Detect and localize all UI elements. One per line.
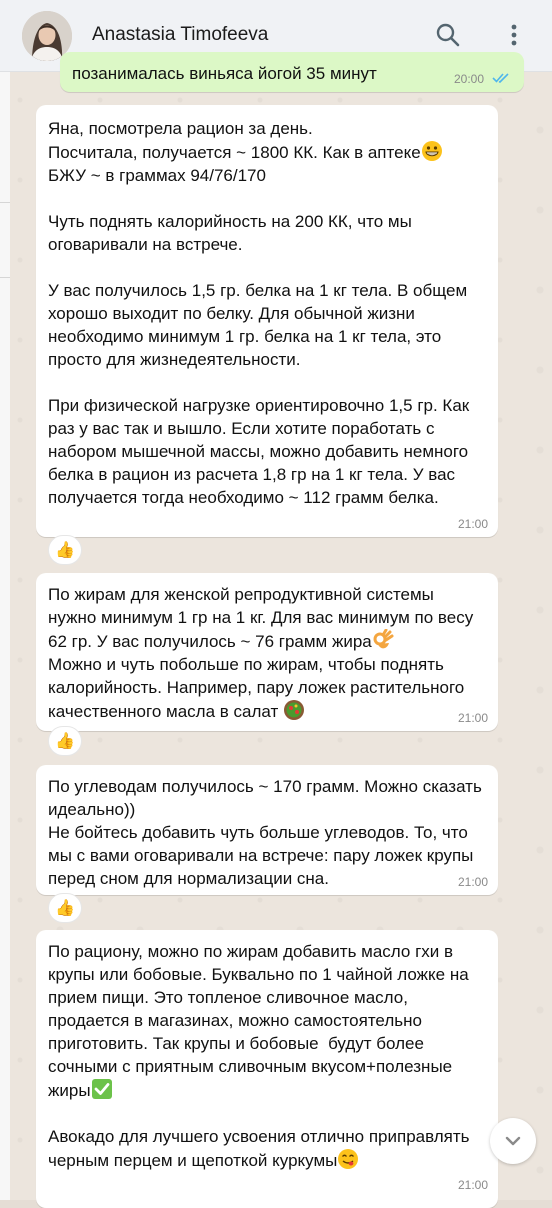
message-bubble-incoming[interactable]: По углеводам получилось ~ 170 грамм. Мож… xyxy=(36,765,498,895)
message-text: По жирам для женской репродуктивной сист… xyxy=(48,585,478,721)
grinning-face-emoji xyxy=(421,140,443,162)
side-panel-edge xyxy=(0,72,10,1200)
reaction-badge[interactable]: 👍 xyxy=(48,726,82,756)
thumbs-up-icon: 👍 xyxy=(55,900,75,917)
message-time: 21:00 xyxy=(457,517,488,531)
message-time: 21:00 xyxy=(457,711,488,725)
message-bubble-incoming[interactable]: Яна, посмотрела рацион за день. Посчитал… xyxy=(36,105,498,537)
message-text: По рациону, можно по жирам добавить масл… xyxy=(48,942,474,1170)
message-bubble-incoming[interactable]: По жирам для женской репродуктивной сист… xyxy=(36,573,498,731)
scroll-to-bottom-button[interactable] xyxy=(490,1118,536,1164)
search-button[interactable] xyxy=(432,19,464,51)
message-bubble-outgoing[interactable]: позанималась виньяса йогой 35 минут 20:0… xyxy=(60,52,524,92)
message-time: 20:00 xyxy=(453,72,484,86)
message-text: По углеводам получилось ~ 170 грамм. Мож… xyxy=(48,777,482,888)
message-time: 21:00 xyxy=(457,875,488,889)
message-bubble-incoming[interactable]: По рациону, можно по жирам добавить масл… xyxy=(36,930,498,1208)
thumbs-up-icon: 👍 xyxy=(55,733,75,750)
reaction-badge[interactable]: 👍 xyxy=(48,535,82,565)
check-mark-emoji xyxy=(91,1078,113,1100)
message-time: 21:00 xyxy=(457,1178,488,1192)
more-vertical-icon xyxy=(511,24,517,46)
salad-emoji xyxy=(283,699,305,721)
message-text: Яна, посмотрела рацион за день. Посчитал… xyxy=(48,119,470,507)
menu-button[interactable] xyxy=(498,19,530,51)
chevron-down-icon xyxy=(505,1136,521,1146)
ok-hand-emoji xyxy=(372,628,394,651)
reaction-badge[interactable]: 👍 xyxy=(48,893,82,923)
search-icon xyxy=(436,23,460,47)
message-text: позанималась виньяса йогой 35 минут xyxy=(72,64,377,83)
double-check-icon xyxy=(492,73,509,83)
thumbs-up-icon: 👍 xyxy=(55,542,75,559)
yum-face-emoji xyxy=(337,1148,359,1170)
contact-name[interactable]: Anastasia Timofeeva xyxy=(92,24,268,46)
